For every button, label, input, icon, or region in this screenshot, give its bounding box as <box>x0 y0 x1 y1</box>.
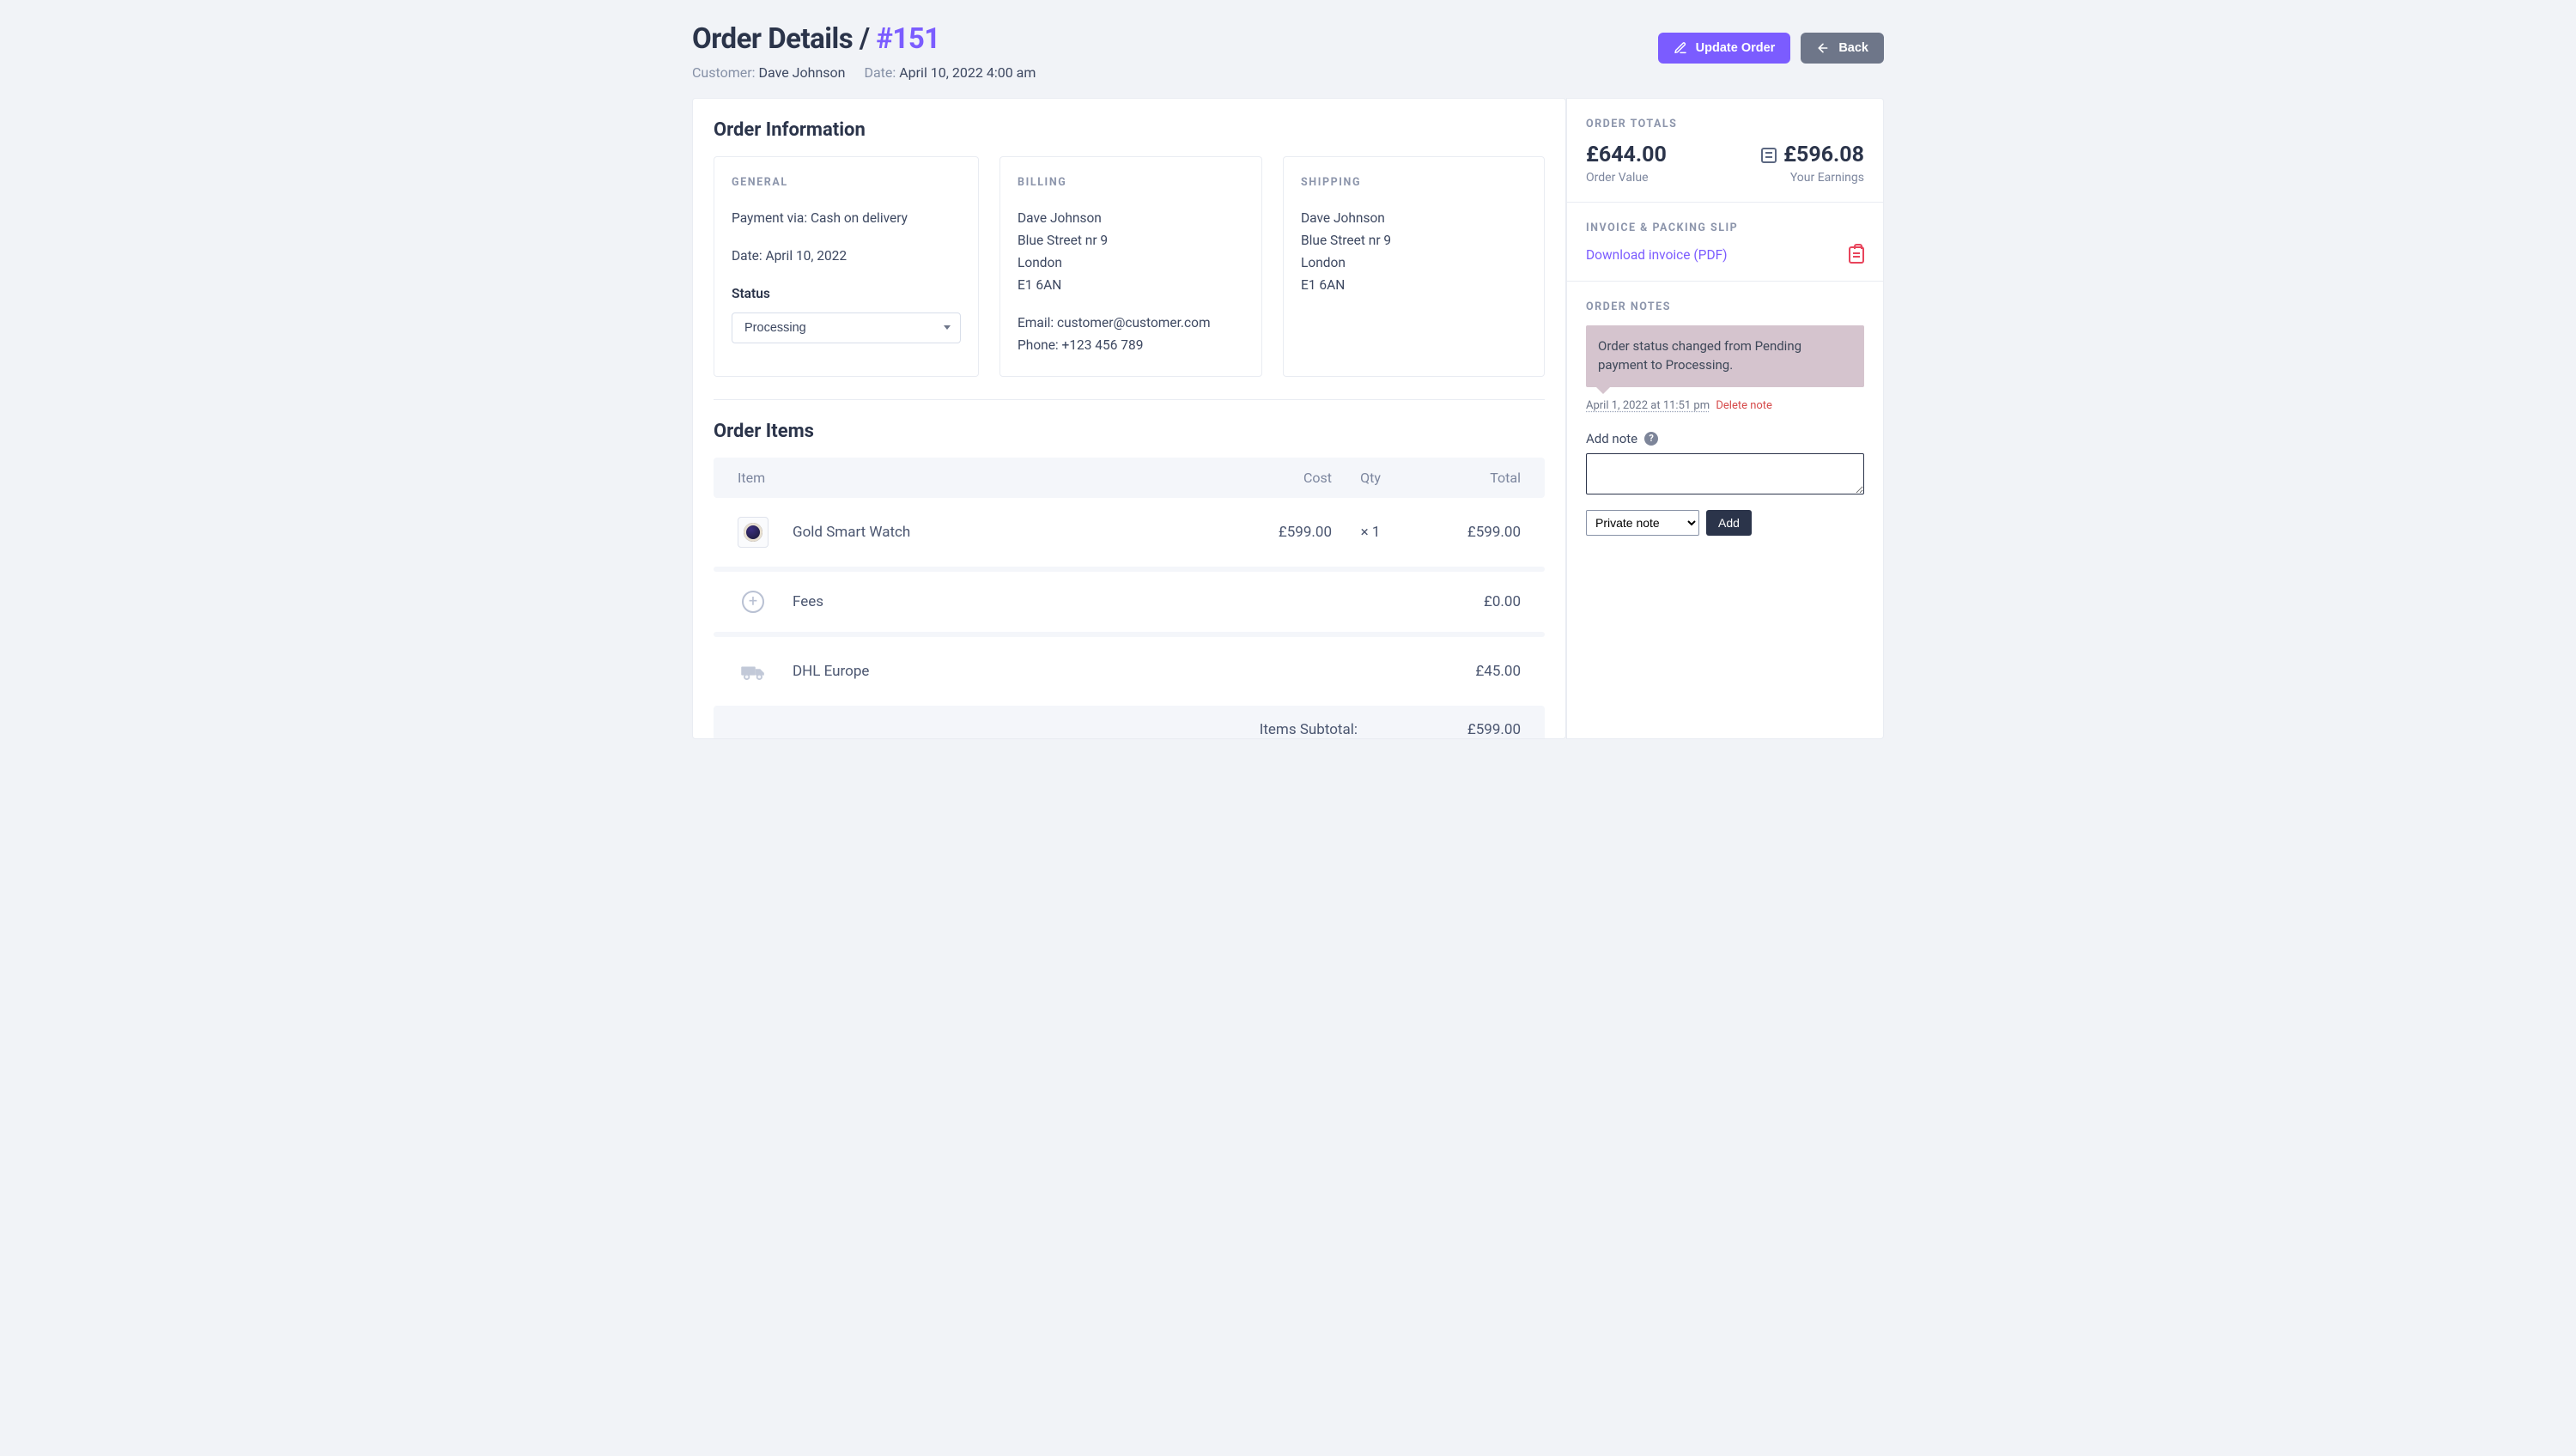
page-title-prefix: Order Details / <box>692 22 870 56</box>
items-header-row: Item Cost Qty Total <box>714 458 1545 498</box>
sidebar-panel: ORDER TOTALS £644.00 Order Value £596.08… <box>1566 98 1884 739</box>
order-totals-section: ORDER TOTALS £644.00 Order Value £596.08… <box>1567 99 1883 203</box>
update-order-label: Update Order <box>1696 41 1776 55</box>
order-note: Order status changed from Pending paymen… <box>1586 325 1864 387</box>
col-total: Total <box>1409 470 1521 486</box>
item-cost: £599.00 <box>1237 524 1332 541</box>
note-textarea[interactable] <box>1586 453 1864 494</box>
add-note-label: Add note <box>1586 431 1637 446</box>
item-row-product: Gold Smart Watch £599.00 × 1 £599.00 <box>714 498 1545 567</box>
status-field-label: Status <box>732 283 961 304</box>
delete-note-link[interactable]: Delete note <box>1716 399 1772 412</box>
billing-phone: Phone: +123 456 789 <box>1018 335 1244 355</box>
billing-street: Blue Street nr 9 <box>1018 230 1244 251</box>
download-invoice-link[interactable]: Download invoice (PDF) <box>1586 247 1728 263</box>
order-notes-label: ORDER NOTES <box>1586 300 1864 313</box>
subtotal-row: Items Subtotal: £599.00 <box>714 706 1545 738</box>
info-shipping-box: SHIPPING Dave Johnson Blue Street nr 9 L… <box>1283 156 1545 377</box>
main-panel: Order Information GENERAL Payment via: C… <box>692 98 1566 739</box>
info-general-box: GENERAL Payment via: Cash on delivery Da… <box>714 156 979 377</box>
item-name: Fees <box>793 593 1237 610</box>
earnings-label: Your Earnings <box>1761 171 1864 185</box>
header-meta: Customer: Dave Johnson Date: April 10, 2… <box>692 64 1036 81</box>
order-notes-section: ORDER NOTES Order status changed from Pe… <box>1567 282 1883 561</box>
shipping-street: Blue Street nr 9 <box>1301 230 1527 251</box>
help-icon[interactable]: ? <box>1644 432 1658 446</box>
subtotal-label: Items Subtotal: <box>1260 721 1358 738</box>
back-button[interactable]: Back <box>1801 33 1884 64</box>
info-general-label: GENERAL <box>732 176 961 189</box>
receipt-icon <box>1761 148 1777 163</box>
status-select[interactable]: Processing <box>732 312 961 343</box>
shipping-city: London <box>1301 252 1527 273</box>
truck-icon <box>738 656 769 687</box>
item-row-shipping: DHL Europe £45.00 <box>714 637 1545 706</box>
earnings-amount: £596.08 <box>1783 143 1864 167</box>
payment-via: Payment via: Cash on delivery <box>732 208 961 228</box>
page-title: Order Details / #151 <box>692 22 1036 56</box>
order-information-title: Order Information <box>714 119 1545 141</box>
item-qty: × 1 <box>1332 524 1409 541</box>
arrow-left-icon <box>1816 41 1830 55</box>
billing-email: Email: customer@customer.com <box>1018 312 1244 333</box>
item-total: £45.00 <box>1409 663 1521 680</box>
packing-slip-icon[interactable] <box>1849 246 1864 264</box>
shipping-name: Dave Johnson <box>1301 208 1527 228</box>
note-meta: April 1, 2022 at 11:51 pm Delete note <box>1586 399 1864 412</box>
col-cost: Cost <box>1237 470 1332 486</box>
order-value-amount: £644.00 <box>1586 143 1667 167</box>
info-billing-box: BILLING Dave Johnson Blue Street nr 9 Lo… <box>999 156 1262 377</box>
invoice-section: INVOICE & PACKING SLIP Download invoice … <box>1567 203 1883 282</box>
date-label: Date: <box>864 64 896 81</box>
order-totals-label: ORDER TOTALS <box>1586 118 1864 130</box>
info-billing-label: BILLING <box>1018 176 1244 189</box>
customer-label: Customer: <box>692 64 756 81</box>
divider <box>714 399 1545 400</box>
item-total: £599.00 <box>1409 524 1521 541</box>
order-items-title: Order Items <box>714 421 1545 442</box>
item-name: Gold Smart Watch <box>793 524 1237 541</box>
billing-zip: E1 6AN <box>1018 275 1244 295</box>
col-item: Item <box>738 470 1237 486</box>
item-row-fees: + Fees £0.00 <box>714 572 1545 632</box>
note-type-select[interactable]: Private note <box>1586 510 1699 536</box>
add-note-button[interactable]: Add <box>1706 510 1752 536</box>
col-qty: Qty <box>1332 470 1409 486</box>
order-value-label: Order Value <box>1586 171 1667 185</box>
item-total: £0.00 <box>1409 593 1521 610</box>
update-order-button[interactable]: Update Order <box>1658 33 1791 64</box>
subtotal-value: £599.00 <box>1409 721 1521 738</box>
back-label: Back <box>1838 41 1868 55</box>
product-thumb <box>738 517 769 548</box>
order-date: April 10, 2022 4:00 am <box>899 64 1036 81</box>
note-timestamp: April 1, 2022 at 11:51 pm <box>1586 399 1710 412</box>
billing-city: London <box>1018 252 1244 273</box>
plus-circle-icon: + <box>742 591 764 613</box>
order-id: #151 <box>876 22 939 56</box>
invoice-section-label: INVOICE & PACKING SLIP <box>1586 221 1864 234</box>
customer-name: Dave Johnson <box>758 64 845 81</box>
billing-name: Dave Johnson <box>1018 208 1244 228</box>
edit-icon <box>1674 41 1687 55</box>
shipping-zip: E1 6AN <box>1301 275 1527 295</box>
order-date-line: Date: April 10, 2022 <box>732 246 961 266</box>
item-name: DHL Europe <box>793 663 1237 680</box>
info-shipping-label: SHIPPING <box>1301 176 1527 189</box>
